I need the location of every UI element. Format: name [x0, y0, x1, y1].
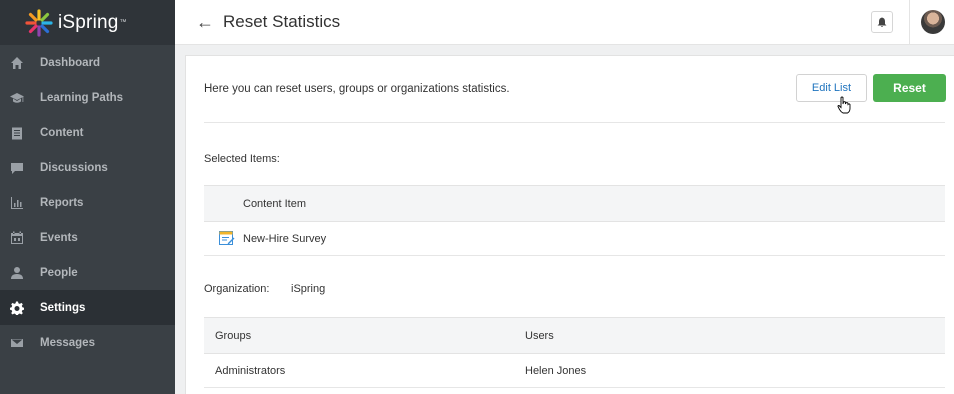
hand-cursor-icon	[837, 96, 851, 114]
reset-button[interactable]: Reset	[873, 74, 946, 102]
header-divider	[909, 0, 910, 45]
sidebar-item-messages[interactable]: Messages	[0, 325, 175, 360]
person-icon	[10, 266, 24, 280]
organization-label: Organization:	[204, 283, 270, 295]
survey-icon	[219, 231, 235, 245]
edit-list-button[interactable]: Edit List	[796, 74, 867, 102]
page-title: Reset Statistics	[223, 12, 341, 31]
sidebar-item-label: Content	[40, 126, 84, 139]
sidebar: iSpring ™ Dashboard Learning Paths Conte…	[0, 0, 175, 394]
sidebar-item-settings[interactable]: Settings	[0, 290, 175, 325]
reset-statistics-card: Here you can reset users, groups or orga…	[185, 55, 954, 394]
back-arrow-icon[interactable]: ←	[196, 12, 214, 33]
graduation-cap-icon	[10, 91, 24, 105]
group-name: Administrators	[215, 364, 286, 377]
logo[interactable]: iSpring ™	[0, 0, 175, 45]
calendar-icon	[10, 231, 24, 245]
content-item-name: New-Hire Survey	[243, 232, 327, 245]
groups-table-header: Groups Users	[204, 317, 945, 354]
notifications-button[interactable]	[871, 11, 893, 33]
main-area: Here you can reset users, groups or orga…	[175, 45, 954, 394]
sidebar-item-learning-paths[interactable]: Learning Paths	[0, 80, 175, 115]
sidebar-item-dashboard[interactable]: Dashboard	[0, 45, 175, 80]
user-name: Helen Jones	[525, 364, 587, 377]
sidebar-item-label: Dashboard	[40, 56, 101, 69]
envelope-icon	[10, 336, 24, 350]
sidebar-item-reports[interactable]: Reports	[0, 185, 175, 220]
sidebar-item-events[interactable]: Events	[0, 220, 175, 255]
bar-chart-icon	[10, 196, 24, 210]
top-header: ← Reset Statistics	[175, 0, 954, 45]
column-header-groups: Groups	[215, 329, 252, 342]
organization-value: iSpring	[291, 283, 326, 295]
sidebar-item-label: People	[40, 266, 78, 279]
content-table-header: Content Item	[204, 185, 945, 222]
sidebar-item-label: Events	[40, 231, 78, 244]
sidebar-nav: Dashboard Learning Paths Content Discuss…	[0, 45, 175, 360]
table-row[interactable]: Administrators Helen Jones	[204, 354, 945, 388]
bell-icon	[877, 17, 887, 27]
logo-text: iSpring	[58, 11, 119, 33]
intro-text: Here you can reset users, groups or orga…	[204, 83, 510, 95]
ispring-logo-icon	[25, 8, 53, 37]
gear-icon	[10, 301, 24, 315]
sidebar-item-label: Learning Paths	[40, 91, 124, 104]
table-row[interactable]: New-Hire Survey	[204, 222, 945, 256]
sidebar-item-label: Messages	[40, 336, 95, 349]
chat-icon	[10, 161, 24, 175]
logo-trademark: ™	[119, 19, 127, 26]
sidebar-item-label: Discussions	[40, 161, 108, 174]
sidebar-item-people[interactable]: People	[0, 255, 175, 290]
column-header-users: Users	[525, 329, 554, 342]
column-header-content-item: Content Item	[243, 197, 306, 210]
divider	[204, 122, 945, 123]
sidebar-item-label: Settings	[40, 301, 86, 314]
clipboard-icon	[10, 126, 24, 140]
sidebar-item-discussions[interactable]: Discussions	[0, 150, 175, 185]
home-icon	[10, 56, 24, 70]
sidebar-item-content[interactable]: Content	[0, 115, 175, 150]
sidebar-item-label: Reports	[40, 196, 84, 209]
selected-items-label: Selected Items:	[204, 153, 280, 165]
user-avatar[interactable]	[921, 10, 945, 34]
